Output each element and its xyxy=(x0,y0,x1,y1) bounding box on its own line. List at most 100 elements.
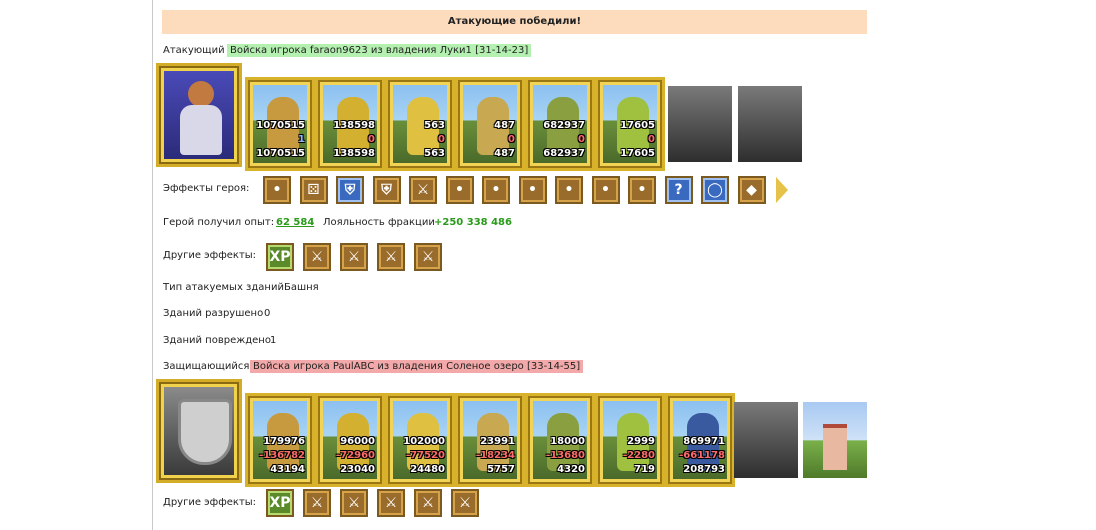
buildings-destroyed-value: 0 xyxy=(264,308,271,319)
sword-icon[interactable]: ⚔ xyxy=(340,243,368,271)
buildings-destroyed-label: Зданий разрушено xyxy=(163,308,264,319)
exp-label: Герой получил опыт: xyxy=(163,217,275,228)
shield-icon[interactable]: ⛨ xyxy=(336,176,364,204)
unit-count-top: 138598 xyxy=(333,120,375,131)
unit-count-bot: 4320 xyxy=(557,464,585,475)
unit-count-mid: 1 xyxy=(298,134,305,145)
unit-count-mid: -2280 xyxy=(623,450,655,461)
unit-count-bot: 43194 xyxy=(270,464,305,475)
lion-shield-icon xyxy=(164,387,234,475)
building-type-label: Тип атакуемых зданий xyxy=(163,282,284,293)
unit-count-mid: -77520 xyxy=(406,450,445,461)
ghost-unit-icon xyxy=(738,86,802,162)
buildings-damaged-label: Зданий повреждено xyxy=(163,335,271,346)
tent-icon[interactable]: • xyxy=(263,176,291,204)
exp-value[interactable]: 62 584 xyxy=(276,217,314,228)
sword-icon[interactable]: ⚔ xyxy=(409,176,437,204)
unit-count-bot: 24480 xyxy=(410,464,445,475)
unit-count-bot: 682937 xyxy=(543,148,585,159)
question-icon[interactable]: ? xyxy=(664,176,693,204)
sword-icon[interactable]: ⚔ xyxy=(303,489,331,517)
unit-count-top: 18000 xyxy=(550,436,585,447)
unit-count-mid: 0 xyxy=(508,134,515,145)
unit-count-bot: 563 xyxy=(424,148,445,159)
sword-icon[interactable]: ⚔ xyxy=(340,489,368,517)
scroll-right-icon[interactable] xyxy=(776,177,788,203)
crystal-icon[interactable]: ◆ xyxy=(737,176,766,204)
left-divider xyxy=(152,0,153,530)
attacker-unit-crossbow[interactable]: 682937 0 682937 xyxy=(525,77,595,171)
defender-unit-mage[interactable]: 2999 -2280 719 xyxy=(595,393,665,487)
unit-count-top: 563 xyxy=(424,120,445,131)
attacker-desc[interactable]: Войска игрока faraon9623 из владения Лук… xyxy=(227,44,532,57)
unit-count-top: 102000 xyxy=(403,436,445,447)
unit-count-top: 869971 xyxy=(683,436,725,447)
sword-icon[interactable]: ⚔ xyxy=(414,489,442,517)
unit-count-top: 179976 xyxy=(263,436,305,447)
battle-result-banner: Атакующие победили! xyxy=(162,10,867,34)
unit-count-top: 1070515 xyxy=(256,120,305,131)
unit-count-top: 23991 xyxy=(480,436,515,447)
unit-count-bot: 487 xyxy=(494,148,515,159)
defender-unit-archer[interactable]: 96000 -72960 23040 xyxy=(315,393,385,487)
building-type-value: Башня xyxy=(284,282,319,293)
defender-hero-portrait[interactable] xyxy=(156,379,242,483)
armor-icon[interactable]: • xyxy=(628,176,656,204)
defender-other-effects-label: Другие эффекты: xyxy=(163,497,257,508)
unit-count-bot: 719 xyxy=(634,464,655,475)
xp-icon[interactable]: XP xyxy=(266,489,294,517)
sword-icon[interactable]: ⚔ xyxy=(414,243,442,271)
dice-icon[interactable]: ⚄ xyxy=(299,176,328,204)
attacker-unit-mage[interactable]: 17605 0 17605 xyxy=(595,77,665,171)
unit-count-top: 2999 xyxy=(627,436,655,447)
unit-count-bot: 23040 xyxy=(340,464,375,475)
ghost-unit-icon xyxy=(734,402,798,478)
attacker-unit-cavalry[interactable]: 487 0 487 xyxy=(455,77,525,171)
unit-count-top: 682937 xyxy=(543,120,585,131)
defender-unit-crossbow[interactable]: 18000 -13680 4320 xyxy=(525,393,595,487)
defender-unit-pikeman[interactable]: 179976 -136782 43194 xyxy=(245,393,315,487)
attacker-unit-knight[interactable]: 563 0 563 xyxy=(385,77,455,171)
defender-unit-knight[interactable]: 102000 -77520 24480 xyxy=(385,393,455,487)
attacker-label: Атакующий xyxy=(163,45,225,56)
sword-icon[interactable]: ⚔ xyxy=(377,489,405,517)
unit-count-top: 17605 xyxy=(620,120,655,131)
hand-icon[interactable]: • xyxy=(482,176,510,204)
ghost-unit-icon xyxy=(668,86,732,162)
unit-count-bot: 5757 xyxy=(487,464,515,475)
unit-count-mid: 0 xyxy=(368,134,375,145)
unit-count-top: 487 xyxy=(494,120,515,131)
handshake-icon[interactable]: • xyxy=(445,176,474,204)
attacker-unit-archer[interactable]: 138598 0 138598 xyxy=(315,77,385,171)
hand-shield-icon[interactable]: ⛨ xyxy=(372,176,401,204)
tower-icon xyxy=(803,402,867,478)
unit-count-mid: -72960 xyxy=(336,450,375,461)
scroll-icon[interactable]: • xyxy=(518,176,547,204)
chest-icon[interactable]: • xyxy=(591,176,620,204)
unit-count-bot: 138598 xyxy=(333,148,375,159)
unit-count-mid: -661178 xyxy=(679,450,725,461)
ring-icon[interactable]: ◯ xyxy=(701,176,729,204)
defender-unit-assassin[interactable]: 869971 -661178 208793 xyxy=(665,393,735,487)
defender-unit-cavalry[interactable]: 23991 -18234 5757 xyxy=(455,393,525,487)
loyalty-value: +250 338 486 xyxy=(434,217,512,228)
xp-icon[interactable]: XP xyxy=(266,243,294,271)
loyalty-label: Лояльность фракции xyxy=(323,217,435,228)
unit-count-bot: 208793 xyxy=(683,464,725,475)
defender-desc[interactable]: Войска игрока PaulABC из владения Солено… xyxy=(250,360,584,373)
unit-count-mid: 0 xyxy=(578,134,585,145)
other-effects-label: Другие эффекты: xyxy=(163,250,257,261)
helmet-icon[interactable]: • xyxy=(555,176,583,204)
unit-count-bot: 17605 xyxy=(620,148,655,159)
sword-icon[interactable]: ⚔ xyxy=(377,243,405,271)
defender-label: Защищающийся xyxy=(163,361,250,372)
unit-count-mid: -18234 xyxy=(476,450,515,461)
hero-figure xyxy=(164,71,234,159)
sword-icon[interactable]: ⚔ xyxy=(451,489,479,517)
attacker-hero-portrait[interactable] xyxy=(156,63,242,167)
attacker-unit-pikeman[interactable]: 1070515 1 1070515 xyxy=(245,77,315,171)
unit-count-mid: -13680 xyxy=(546,450,585,461)
heart-sword-icon[interactable]: ⚔ xyxy=(303,243,331,271)
unit-count-mid: 0 xyxy=(438,134,445,145)
unit-count-mid: 0 xyxy=(648,134,655,145)
